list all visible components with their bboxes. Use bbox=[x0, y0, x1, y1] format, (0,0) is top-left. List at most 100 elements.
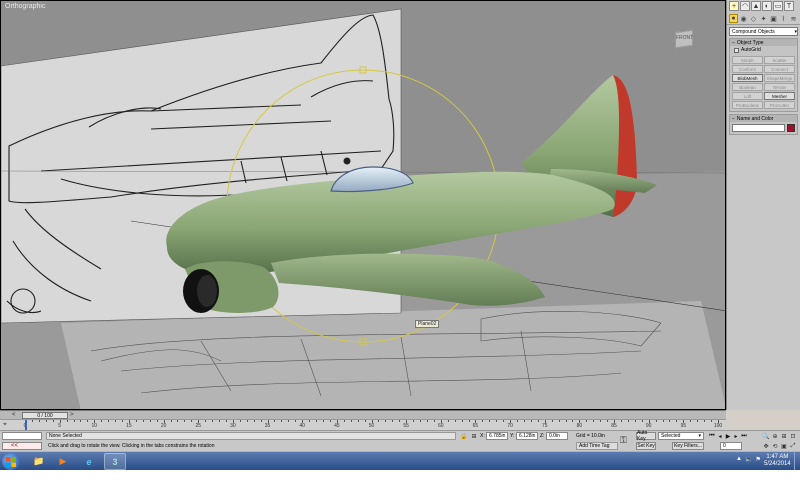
object-color-swatch[interactable] bbox=[787, 124, 795, 132]
key-icon[interactable]: ⚿ bbox=[620, 435, 627, 446]
zoom-icon[interactable]: 🔍 bbox=[762, 432, 770, 440]
track-tick bbox=[357, 420, 359, 422]
show-hidden-icons-icon[interactable]: ▲ bbox=[736, 456, 742, 463]
x-coordinate-field[interactable]: 6.785in bbox=[486, 432, 508, 440]
tab-modify-icon[interactable]: ◠ bbox=[740, 1, 750, 11]
terrain-button[interactable]: Terrain bbox=[764, 83, 795, 91]
z-coordinate-field[interactable]: 0.0in bbox=[546, 432, 568, 440]
track-tick-label: 10 bbox=[91, 423, 98, 429]
zoom-extents-all-icon[interactable]: ⊡ bbox=[789, 432, 797, 440]
add-time-tag-button[interactable]: Add Time Tag bbox=[576, 442, 618, 450]
morph-button[interactable]: Morph bbox=[732, 56, 763, 64]
orbit-icon[interactable]: ⟲ bbox=[771, 442, 779, 450]
maxscript-listener-input[interactable] bbox=[2, 432, 42, 440]
y-coordinate-field[interactable]: 6.128in bbox=[516, 432, 538, 440]
taskbar-internet-explorer-icon[interactable]: e bbox=[78, 453, 100, 470]
cameras-icon[interactable]: ✦ bbox=[759, 14, 768, 23]
key-mode-dropdown[interactable]: Selected ▾ bbox=[658, 432, 704, 440]
command-panel: + ◠ ▲ ◐ ▭ T ● ◉ ◇ ✦ ▣ ⌇ ≋ Compound Objec… bbox=[726, 0, 800, 410]
next-frame-icon[interactable]: ▸ bbox=[732, 432, 740, 440]
shapemerge-button[interactable]: ShapeMerge bbox=[764, 74, 795, 82]
volume-icon[interactable]: 🔈 bbox=[745, 456, 752, 463]
object-type-header[interactable]: − Object Type bbox=[730, 39, 797, 46]
scene[interactable] bbox=[1, 1, 726, 410]
track-tick bbox=[281, 420, 283, 422]
systems-icon[interactable]: ≋ bbox=[789, 14, 798, 23]
action-center-icon[interactable]: ⚑ bbox=[755, 456, 760, 463]
mesher-button[interactable]: Mesher bbox=[764, 92, 795, 100]
track-tick bbox=[676, 420, 678, 422]
time-slider-thumb[interactable]: 0 / 100 bbox=[22, 412, 68, 419]
field-of-view-icon[interactable]: ▣ bbox=[780, 442, 788, 450]
key-filters-button[interactable]: Key Filters... bbox=[672, 442, 704, 450]
next-frame-arrow[interactable]: > bbox=[70, 412, 74, 418]
time-slider[interactable]: < 0 / 100 > bbox=[0, 410, 726, 419]
zoom-extents-icon[interactable]: ⊞ bbox=[780, 432, 788, 440]
play-icon[interactable]: ▶ bbox=[724, 432, 732, 440]
maximize-viewport-icon[interactable]: ⤢ bbox=[789, 442, 797, 450]
viewport-label[interactable]: Orthographic bbox=[5, 3, 45, 10]
loft-button[interactable]: Loft bbox=[732, 92, 763, 100]
tab-display-icon[interactable]: ▭ bbox=[773, 1, 783, 11]
prev-frame-arrow[interactable]: < bbox=[12, 412, 16, 418]
previous-frame-icon[interactable]: ◂ bbox=[716, 432, 724, 440]
chevron-down-icon: ▾ bbox=[698, 433, 701, 439]
track-tick-label: 35 bbox=[264, 423, 271, 429]
go-to-end-icon[interactable]: ⏭ bbox=[740, 432, 748, 440]
set-key-button[interactable]: Set Key bbox=[636, 442, 656, 450]
pan-icon[interactable]: ✥ bbox=[762, 442, 770, 450]
boolean-button[interactable]: Boolean bbox=[732, 83, 763, 91]
auto-key-button[interactable]: Auto Key bbox=[636, 430, 656, 442]
clock[interactable]: 1:47 AM 5/24/2014 bbox=[764, 454, 791, 468]
track-bar[interactable]: ⌖ 05101520253035404550556065707580859095… bbox=[0, 419, 726, 431]
category-dropdown[interactable]: Compound Objects ▾ bbox=[729, 27, 798, 36]
spacewarps-icon[interactable]: ⌇ bbox=[779, 14, 788, 23]
chevron-down-icon: ▾ bbox=[794, 28, 797, 35]
track-tick bbox=[108, 420, 110, 422]
procutter-button[interactable]: ProCutter bbox=[764, 101, 795, 109]
proboolean-button[interactable]: ProBoolean bbox=[732, 101, 763, 109]
taskbar-explorer-icon[interactable]: 📁 bbox=[28, 453, 50, 470]
helpers-icon[interactable]: ▣ bbox=[769, 14, 778, 23]
tab-motion-icon[interactable]: ◐ bbox=[762, 1, 772, 11]
zoom-all-icon[interactable]: ⊕ bbox=[771, 432, 779, 440]
autogrid-checkbox[interactable]: AutoGrid bbox=[730, 46, 797, 54]
tab-create-icon[interactable]: + bbox=[729, 1, 739, 11]
tab-hierarchy-icon[interactable]: ▲ bbox=[751, 1, 761, 11]
tab-utilities-icon[interactable]: T bbox=[784, 1, 794, 11]
track-tick bbox=[253, 420, 255, 422]
viewport[interactable]: Orthographic FRONT Plane02 bbox=[0, 0, 726, 410]
show-desktop-button[interactable] bbox=[794, 452, 800, 471]
lock-selection-icon[interactable]: 🔒 bbox=[460, 432, 468, 440]
start-button[interactable] bbox=[2, 453, 20, 470]
track-tick bbox=[641, 420, 643, 422]
track-tick bbox=[45, 420, 47, 422]
taskbar-media-player-icon[interactable]: ▶ bbox=[52, 453, 74, 470]
track-tick bbox=[711, 420, 713, 422]
blobmesh-button[interactable]: BlobMesh bbox=[732, 74, 763, 82]
shapes-icon[interactable]: ◉ bbox=[739, 14, 748, 23]
track-tick-label: 65 bbox=[472, 423, 479, 429]
track-tick bbox=[288, 420, 290, 422]
go-to-start-icon[interactable]: ⏮ bbox=[708, 432, 716, 440]
track-tick bbox=[489, 420, 491, 422]
keyframe-toggle-icon[interactable]: ⌖ bbox=[3, 421, 7, 429]
connect-button[interactable]: Connect bbox=[764, 65, 795, 73]
taskbar-3dsmax-icon[interactable]: 3 bbox=[104, 453, 126, 470]
autogrid-label: AutoGrid bbox=[741, 47, 761, 53]
track-tick bbox=[101, 420, 103, 422]
current-frame-field[interactable]: 0 bbox=[720, 442, 742, 450]
geometry-icon[interactable]: ● bbox=[729, 14, 738, 23]
scatter-button[interactable]: Scatter bbox=[764, 56, 795, 64]
key-mode-value: Selected bbox=[661, 433, 681, 439]
name-color-header[interactable]: − Name and Color bbox=[730, 115, 797, 122]
lights-icon[interactable]: ◇ bbox=[749, 14, 758, 23]
viewcube[interactable]: FRONT bbox=[669, 25, 701, 53]
track-tick bbox=[38, 420, 40, 422]
track-tick bbox=[295, 420, 297, 422]
track-tick bbox=[392, 420, 394, 422]
maxscript-output[interactable]: << bbox=[2, 442, 42, 450]
conform-button[interactable]: Conform bbox=[732, 65, 763, 73]
object-name-field[interactable] bbox=[732, 124, 785, 132]
absolute-mode-icon[interactable]: ⊞ bbox=[470, 432, 478, 440]
